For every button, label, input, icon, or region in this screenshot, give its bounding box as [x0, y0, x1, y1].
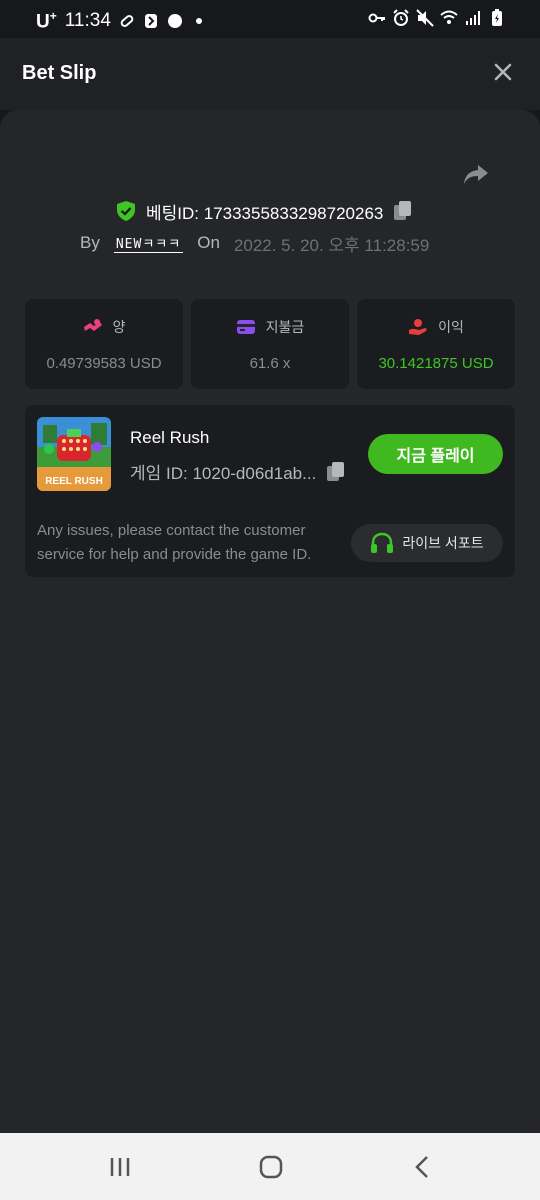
android-nav-bar — [0, 1133, 540, 1200]
bet-detail-panel — [0, 110, 540, 1133]
bet-date: 2022. 5. 20. 오후 11:28:59 — [233, 235, 430, 255]
battery-charging-icon — [492, 9, 502, 26]
back-icon[interactable] — [410, 1155, 436, 1179]
stat-label-amount: 양 — [112, 319, 126, 335]
stat-label-payout: 지불금 — [265, 319, 305, 335]
on-label: On — [197, 233, 220, 252]
share-icon[interactable] — [462, 160, 490, 188]
bet-id-row: 베팅ID: 1733355833298720263 — [116, 200, 413, 223]
stat-value-payout: 61.6 x — [249, 355, 291, 372]
wifi-icon — [440, 10, 458, 24]
username[interactable]: NEWㅋㅋㅋ — [113, 233, 184, 253]
bet-slip-header: Bet Slip — [0, 38, 540, 110]
game-thumbnail-image: REEL RUSH — [37, 417, 111, 491]
stat-value-amount: 0.49739583 USD — [46, 355, 162, 372]
stat-head-payout: 지불금 — [191, 317, 349, 337]
pill-icon — [120, 15, 134, 28]
game-id-row: 게임 ID: 1020-d06d1ab... — [130, 459, 346, 484]
game-id-text: 게임 ID: 1020-d06d1ab... — [130, 464, 317, 483]
carrier-text: U — [36, 11, 50, 33]
status-right — [368, 9, 506, 27]
card-icon — [236, 320, 255, 334]
live-support-label: 라이브 서포트 — [402, 535, 484, 551]
recent-apps-icon[interactable] — [107, 1155, 133, 1179]
coins-icon — [83, 319, 102, 331]
bet-id-text: 베팅ID: 1733355833298720263 — [146, 203, 384, 223]
page-title: Bet Slip — [22, 62, 97, 84]
carrier-sup: + — [49, 9, 57, 23]
stat-card-profit: 이익 30.1421875 USD — [357, 299, 515, 389]
status-bar: U+ 11:34 — [0, 0, 540, 38]
game-card: REEL RUSH Reel Rush 게임 ID: 1020-d06d1ab.… — [25, 405, 515, 577]
carrier-label: U+ — [36, 9, 57, 33]
shield-check-icon — [117, 201, 135, 221]
stat-head-amount: 양 — [25, 317, 183, 337]
stat-label-profit: 이익 — [438, 319, 464, 335]
copy-bet-id-icon[interactable] — [393, 200, 413, 222]
live-support-button[interactable]: 라이브 서포트 — [351, 524, 503, 562]
bet-meta-row: By NEWㅋㅋㅋ On 2022. 5. 20. 오후 11:28:59 — [80, 232, 430, 255]
close-icon[interactable] — [490, 59, 516, 85]
app-notification-icon — [144, 14, 157, 29]
support-text: Any issues, please contact the customer … — [37, 522, 312, 563]
key-icon — [368, 13, 385, 23]
by-label: By — [80, 233, 100, 252]
status-left: U+ 11:34 — [36, 9, 207, 33]
status-time: 11:34 — [64, 10, 111, 32]
thumb-caption: REEL RUSH — [45, 476, 103, 487]
mute-icon — [416, 9, 434, 27]
alarm-icon — [393, 9, 409, 26]
game-thumbnail[interactable]: REEL RUSH — [37, 417, 111, 491]
headphones-icon — [371, 532, 394, 553]
signal-icon — [466, 11, 480, 25]
stat-card-payout: 지불금 61.6 x — [191, 299, 349, 389]
stat-value-profit: 30.1421875 USD — [378, 355, 494, 372]
play-now-button[interactable]: 지금 플레이 — [368, 434, 503, 474]
game-name: Reel Rush — [130, 428, 210, 447]
chat-bubble-icon — [167, 14, 182, 29]
profit-hand-icon — [409, 319, 427, 335]
dot-icon — [195, 18, 202, 25]
copy-game-id-icon[interactable] — [326, 461, 346, 483]
home-icon[interactable] — [258, 1155, 284, 1179]
stat-card-amount: 양 0.49739583 USD — [25, 299, 183, 389]
stat-head-profit: 이익 — [357, 317, 515, 337]
